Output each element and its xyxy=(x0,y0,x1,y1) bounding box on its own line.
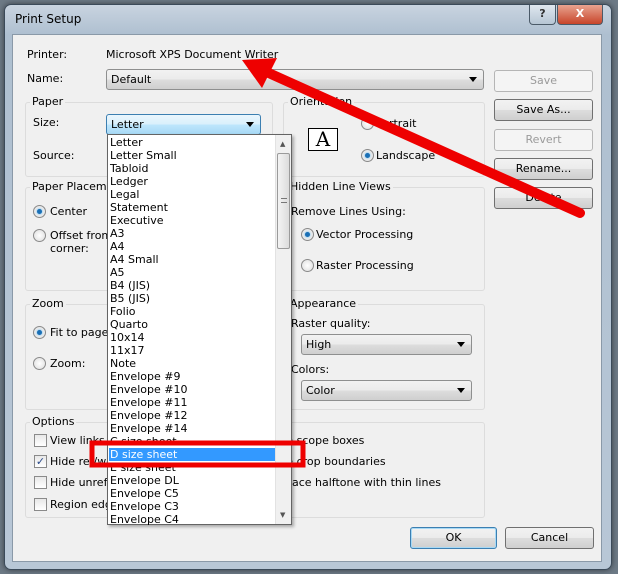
highlight-box-annotation xyxy=(89,440,306,468)
red-arrow-shaft xyxy=(257,65,585,218)
annotation-overlay xyxy=(89,58,585,468)
